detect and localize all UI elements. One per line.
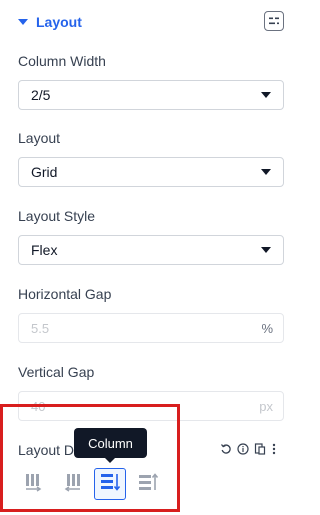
column-width-value: 2/5 bbox=[31, 87, 51, 103]
layout-style-label: Layout Style bbox=[18, 208, 96, 224]
reset-icon[interactable] bbox=[220, 443, 232, 455]
horizontal-gap-input[interactable]: 5.5 % bbox=[18, 313, 284, 343]
vertical-gap-label: Vertical Gap bbox=[18, 364, 95, 380]
caret-down-icon[interactable] bbox=[18, 19, 28, 25]
horizontal-gap-placeholder: 5.5 bbox=[31, 320, 50, 336]
layout-panel: Layout Column Width 2/5 Layout Grid Layo… bbox=[0, 0, 303, 515]
chevron-down-icon bbox=[261, 169, 271, 175]
layout-label: Layout bbox=[18, 130, 61, 146]
copy-icon[interactable] bbox=[254, 443, 266, 455]
layout-value: Grid bbox=[31, 164, 58, 180]
responsive-icon[interactable] bbox=[264, 11, 284, 31]
column-tooltip: Column bbox=[74, 428, 147, 463]
horizontal-gap-unit[interactable]: % bbox=[261, 321, 273, 336]
chevron-down-icon bbox=[261, 247, 271, 253]
layout-select[interactable]: Grid bbox=[18, 157, 284, 187]
vertical-gap-unit[interactable]: px bbox=[259, 399, 273, 414]
info-icon[interactable] bbox=[237, 443, 249, 455]
more-icon[interactable] bbox=[271, 443, 277, 455]
section-title: Layout bbox=[36, 14, 82, 30]
layout-style-select[interactable]: Flex bbox=[18, 235, 284, 265]
column-width-select[interactable]: 2/5 bbox=[18, 80, 284, 110]
field-actions bbox=[220, 443, 277, 455]
column-width-label: Column Width bbox=[18, 53, 106, 69]
horizontal-gap-label: Horizontal Gap bbox=[18, 286, 112, 302]
layout-style-value: Flex bbox=[31, 242, 58, 258]
highlight-box bbox=[0, 404, 180, 512]
section-header[interactable]: Layout bbox=[18, 11, 284, 33]
chevron-down-icon bbox=[261, 92, 271, 98]
